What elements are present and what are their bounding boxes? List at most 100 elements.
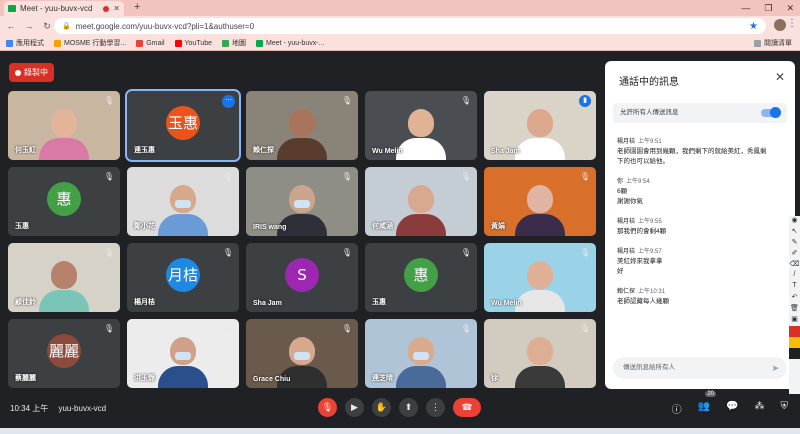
pointer-icon[interactable]: ↖ <box>789 227 800 238</box>
color-black-icon[interactable] <box>789 348 800 359</box>
bookmark-mosme[interactable]: MOSME 行動學習... <box>54 38 126 48</box>
color-red-icon[interactable] <box>789 326 800 337</box>
more-options-icon[interactable]: ⋯ <box>222 95 235 108</box>
more-options-button[interactable]: ⋮ <box>426 398 445 417</box>
reading-list[interactable]: 閱讀清單 <box>754 38 792 48</box>
mic-muted-icon: 🎙 <box>222 324 233 333</box>
participant-name: 楊月桔 <box>134 299 155 306</box>
person-head <box>51 109 77 137</box>
close-tab-icon[interactable]: ✕ <box>113 4 120 13</box>
person-body <box>158 366 208 388</box>
profile-avatar[interactable] <box>774 19 786 31</box>
color-yellow-icon[interactable] <box>789 337 800 348</box>
message-sender: 楊月桔 <box>617 219 636 225</box>
bookmark-maps[interactable]: 地圖 <box>222 38 246 48</box>
message-text: 美紅妳來我拿拿 <box>617 258 663 265</box>
participant-tile[interactable]: 洪玉靜 🎙 <box>127 319 239 388</box>
info-icon[interactable]: ⓘ <box>672 401 682 416</box>
eraser-icon[interactable]: ⌫ <box>789 260 800 271</box>
participant-name: Wu Melin <box>372 148 403 155</box>
bookmark-youtube[interactable]: YouTube <box>174 39 212 47</box>
person-head <box>51 261 77 289</box>
bookmark-gmail[interactable]: Gmail <box>136 39 165 47</box>
chat-message: 楊月桔 上午9:57 美紅妳來我拿拿好 <box>617 246 789 277</box>
mic-muted-icon: 🎙 <box>341 96 352 105</box>
participant-tile[interactable]: 何咸涵 🎙 <box>365 167 477 236</box>
close-window-icon[interactable]: ✕ <box>786 3 794 14</box>
minimize-icon[interactable]: — <box>741 3 750 13</box>
participant-tile[interactable]: 顧佳鈴 🎙 <box>8 243 120 312</box>
eye-icon[interactable]: ◉ <box>789 216 800 227</box>
maximize-icon[interactable]: ❐ <box>764 3 772 14</box>
person-head <box>408 109 434 137</box>
host-controls-icon[interactable]: ⛨ <box>781 401 789 416</box>
chat-title: 通話中的訊息 <box>619 77 679 88</box>
person-body <box>396 138 446 160</box>
participant-tile[interactable]: 賴仁探 🎙 <box>246 91 358 160</box>
participant-name: IRIS wang <box>253 224 287 231</box>
browser-menu-icon[interactable]: ⋮ <box>787 18 797 29</box>
allow-messages-toggle[interactable] <box>761 107 781 118</box>
participant-tile[interactable]: 麗麗 蔡麗麗 🎙 <box>8 319 120 388</box>
participant-tile[interactable]: 惠玉惠 🎙 <box>8 167 120 236</box>
lock-icon[interactable]: 🔒 <box>62 22 71 30</box>
participant-tile[interactable]: S Sha Jam 🎙 <box>246 243 358 312</box>
apps-icon <box>6 39 13 47</box>
chat-icon[interactable]: 💬 <box>726 401 738 416</box>
trash-icon[interactable]: 🗑 <box>789 304 800 315</box>
message-meta: 賴仁探 上午10:31 <box>617 286 789 295</box>
camera-icon[interactable]: ▣ <box>789 315 800 326</box>
back-icon[interactable]: ← <box>4 21 18 31</box>
participant-tile[interactable]: Wu Melin 🎙 <box>365 91 477 160</box>
camera-button[interactable]: ▶ <box>345 398 364 417</box>
new-tab-button[interactable]: + <box>134 1 140 13</box>
activities-icon[interactable]: ⁂ <box>755 401 765 416</box>
people-icon[interactable]: 👥 <box>698 401 710 416</box>
participant-tile[interactable]: Sha Jam ▮ <box>484 91 596 160</box>
mic-off-button[interactable]: 🎙 <box>318 398 337 417</box>
person-body <box>396 214 446 236</box>
person-head <box>289 109 315 137</box>
participant-tile[interactable]: Grace Chiu 🎙 <box>246 319 358 388</box>
message-text: 老師園園會用到幾顆，我們剩下的就給美紅，秀鳳剩 <box>617 148 767 155</box>
meeting-code: yuu-buvx-vcd <box>58 404 107 413</box>
close-icon[interactable]: ✕ <box>775 70 785 84</box>
participant-tile[interactable]: 何玉紅 🎙 <box>8 91 120 160</box>
participant-tile[interactable]: 連芝晴 🎙 <box>365 319 477 388</box>
leave-call-button[interactable]: ☎ <box>453 398 481 417</box>
forward-icon[interactable]: → <box>22 21 36 31</box>
recording-badge[interactable]: 錄製中 <box>9 63 54 82</box>
allow-messages-row: 允許所有人傳送訊息 <box>613 103 787 123</box>
text-icon[interactable]: T <box>789 282 800 293</box>
bookmark-apps[interactable]: 應用程式 <box>6 38 44 48</box>
participant-name: 玉惠 <box>372 299 386 306</box>
participant-tile[interactable]: 黃娟 🎙 <box>484 167 596 236</box>
highlighter-icon[interactable]: ✐ <box>789 249 800 260</box>
raise-hand-button[interactable]: ✋ <box>372 398 391 417</box>
reload-icon[interactable]: ↻ <box>40 21 54 32</box>
address-bar[interactable]: 🔒 meet.google.com/yuu-buvx-vcd?pli=1&aut… <box>54 18 766 34</box>
participant-tile[interactable]: 惠玉惠 🎙 <box>365 243 477 312</box>
recording-dot-icon <box>103 5 110 12</box>
participant-tile[interactable]: Wu Melin 🎙 <box>484 243 596 312</box>
participant-tile[interactable]: 鄭小花 🎙 <box>127 167 239 236</box>
message-time: 上午9:51 <box>638 139 662 145</box>
participant-name: 洪玉靜 <box>134 375 155 382</box>
undo-icon[interactable]: ↶ <box>789 293 800 304</box>
message-meta: 楊月桔 上午9:57 <box>617 246 789 255</box>
chat-input[interactable]: 傳送訊息給所有人 ➤ <box>613 357 787 379</box>
participant-tile[interactable]: 月桔 楊月桔 🎙 <box>127 243 239 312</box>
tab-meet[interactable]: Meet - yuu-buvx-vcd ✕ <box>4 1 124 16</box>
pen-icon[interactable]: ✎ <box>789 238 800 249</box>
participant-tile[interactable]: 玉惠 連玉惠 ⋯ <box>125 89 241 162</box>
send-icon[interactable]: ➤ <box>771 357 779 379</box>
participant-tile[interactable]: 徐 🎙 <box>484 319 596 388</box>
avatar: S <box>285 257 319 292</box>
line-icon[interactable]: / <box>789 271 800 282</box>
bookmark-meet[interactable]: Meet - yuu-buvx-... <box>256 39 324 47</box>
participant-tile[interactable]: IRIS wang 🎙 <box>246 167 358 236</box>
bookmark-star-icon[interactable]: ★ <box>749 21 758 32</box>
mic-muted-icon: 🎙 <box>579 172 590 181</box>
present-button[interactable]: ⬆ <box>399 398 418 417</box>
participant-name: 黃娟 <box>491 223 505 230</box>
